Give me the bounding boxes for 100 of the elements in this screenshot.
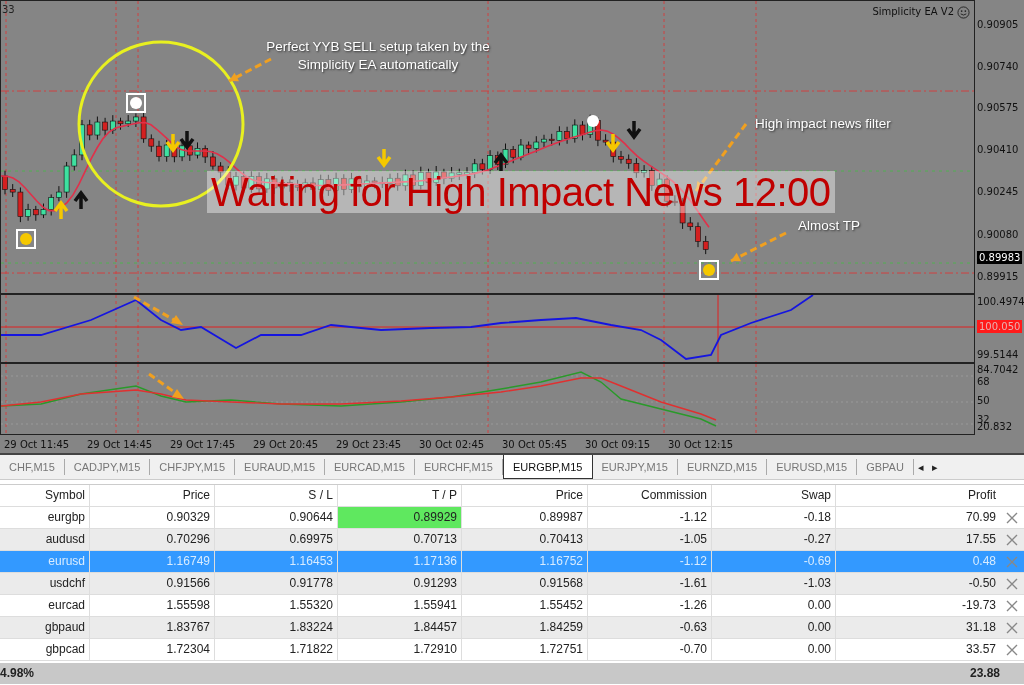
table-cell-text: 33.57 [964,641,997,658]
table-cell: 1.84457 [338,617,462,638]
price-label: 0.90080 [977,228,1019,241]
time-label: 30 Oct 09:15 [585,438,652,450]
close-icon[interactable] [1006,577,1018,590]
down-arrow-icon [605,132,621,153]
table-cell: 1.55320 [215,595,338,616]
table-cell-text: -19.73 [960,597,997,614]
column-header[interactable]: S / L [215,485,338,506]
close-icon[interactable] [1006,511,1018,524]
annotation-text: High impact news filter [755,115,891,133]
table-cell: 1.55452 [462,595,588,616]
column-header[interactable]: Commission [588,485,712,506]
table-cell: 0.91568 [462,573,588,594]
table-cell: 1.72751 [462,639,588,660]
table-cell: 0.91778 [215,573,338,594]
table-cell: 0.91293 [338,573,462,594]
table-row[interactable]: eurcad 1.55598 1.55320 1.55941 1.55452 -1.26 0.00 -19.73 [0,595,1024,617]
time-label: 30 Oct 12:15 [668,438,735,450]
table-cell: 1.55941 [338,595,462,616]
table-row[interactable]: gbpcad 1.72304 1.71822 1.72910 1.72751 -0.70 0.00 33.57 [0,639,1024,661]
table-cell: 0.91566 [90,573,215,594]
chart-tab[interactable]: EURJPY,M15 [592,459,678,475]
annotation-text: Almost TP [798,217,860,235]
chart-tab[interactable]: CHFJPY,M15 [150,459,236,475]
current-price-label: 0.89983 [977,251,1023,264]
close-icon[interactable] [1006,643,1018,656]
chart-tab[interactable]: CHF,M15 [0,459,65,475]
close-icon[interactable] [1006,533,1018,546]
table-cell: 1.17136 [338,551,462,572]
table-cell: 0.90329 [90,507,215,528]
indicator-label: 99.5144 [977,347,1019,361]
table-cell: 1.16752 [462,551,588,572]
table-cell: 0.70713 [338,529,462,550]
table-cell: eurusd [0,551,90,572]
table-cell: 0.89929 [338,507,462,528]
column-header[interactable]: Profit [836,485,1000,506]
chart-tab[interactable]: EURGBP,M15 [503,455,593,479]
annotation-arrow [228,57,272,83]
table-cell: 1.55598 [90,595,215,616]
indicator-label: 50 [977,394,990,408]
time-label: 29 Oct 23:45 [336,438,403,450]
up-arrow-icon [73,190,89,211]
table-cell: -0.63 [588,617,712,638]
table-cell: -1.61 [588,573,712,594]
table-cell: -0.18 [712,507,836,528]
table-cell-text: 70.99 [964,509,997,526]
table-cell: 0.00 [712,639,836,660]
table-cell: usdchf [0,573,90,594]
column-header[interactable]: T / P [338,485,462,506]
table-cell: -1.03 [712,573,836,594]
table-cell: -1.05 [588,529,712,550]
table-cell: 1.16453 [215,551,338,572]
price-label: 0.89915 [977,270,1019,283]
down-arrow-icon [179,129,195,150]
close-icon[interactable] [1006,621,1018,634]
column-header[interactable]: Price [90,485,215,506]
price-label: 0.90245 [977,185,1019,198]
table-cell: gbpaud [0,617,90,638]
table-cell: -1.12 [588,507,712,528]
up-arrow-icon [53,200,69,221]
ea-label: Simplicity EA V2 [872,6,954,17]
smiley-icon [957,6,970,19]
table-row[interactable]: usdchf 0.91566 0.91778 0.91293 0.91568 -1.61 -1.03 -0.50 [0,573,1024,595]
time-label: 29 Oct 11:45 [4,438,71,450]
chart-tab[interactable]: GBPAU [857,459,914,475]
table-cell: 1.84259 [462,617,588,638]
indicator-label: 100.4974 [977,294,1024,308]
down-arrow-icon [165,132,181,153]
chart-tab[interactable]: CADJPY,M15 [64,459,151,475]
table-cell: -1.26 [588,595,712,616]
column-header[interactable]: Swap [712,485,836,506]
chart-tab[interactable]: EURUSD,M15 [767,459,858,475]
table-row[interactable]: eurgbp 0.90329 0.90644 0.89929 0.89987 -1.12 -0.18 70.99 [0,507,1024,529]
time-label: 29 Oct 20:45 [253,438,320,450]
column-header[interactable]: Price [462,485,588,506]
chart-tab[interactable]: EURAUD,M15 [235,459,325,475]
tab-scroll-button[interactable]: ◂ [913,455,928,479]
table-cell: -0.69 [712,551,836,572]
tab-scroll-button[interactable]: ▸ [927,455,942,479]
table-row[interactable]: gbpaud 1.83767 1.83224 1.84457 1.84259 -0.63 0.00 31.18 [0,617,1024,639]
annotation-arrow [133,295,183,325]
table-cell: 1.71822 [215,639,338,660]
indicator-label: 84.7042 [977,363,1019,377]
table-cell: 0.00 [712,595,836,616]
time-label: 29 Oct 17:45 [170,438,237,450]
table-cell: audusd [0,529,90,550]
chart-tab[interactable]: EURCAD,M15 [325,459,415,475]
close-icon[interactable] [1006,599,1018,612]
table-cell: -0.27 [712,529,836,550]
table-cell: 1.72910 [338,639,462,660]
table-cell: 0.89987 [462,507,588,528]
table-cell-text: 17.55 [964,531,997,548]
column-header[interactable]: Symbol [0,485,90,506]
table-row[interactable]: audusd 0.70296 0.69975 0.70713 0.70413 -1.05 -0.27 17.55 [0,529,1024,551]
chart-tab[interactable]: EURNZD,M15 [677,459,768,475]
indicator-label: 68 [977,375,990,389]
chart-corner-text: 33 [2,4,15,15]
table-cell: -0.70 [588,639,712,660]
time-label: 30 Oct 05:45 [502,438,569,450]
